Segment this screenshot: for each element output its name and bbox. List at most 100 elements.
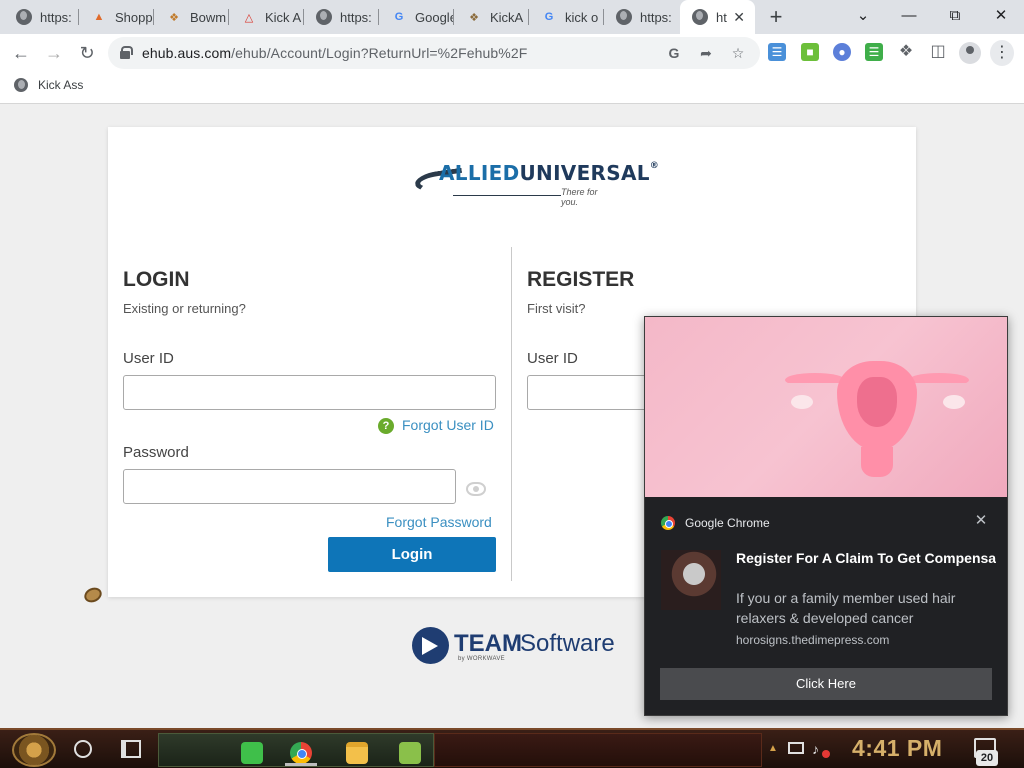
downloads-icon[interactable] xyxy=(399,742,421,764)
tab-close-icon[interactable]: ✕ xyxy=(733,9,745,26)
tab-9[interactable]: https: xyxy=(604,0,679,34)
file-explorer-icon[interactable] xyxy=(346,742,368,764)
forward-button[interactable]: → xyxy=(41,41,67,65)
address-url[interactable]: ehub.aus.com/ehub/Account/Login?ReturnUr… xyxy=(142,45,527,61)
show-password-eye-icon[interactable] xyxy=(466,482,486,496)
earth-extension-icon[interactable]: ● xyxy=(833,43,851,61)
google-icon: G xyxy=(394,11,404,23)
globe-icon xyxy=(316,9,332,25)
network-icon[interactable] xyxy=(788,742,804,754)
tab-title: https: xyxy=(640,9,672,25)
login-subtitle: Existing or returning? xyxy=(123,301,246,316)
tab-search-chevron-icon[interactable]: ⌄ xyxy=(840,0,886,34)
extension-icon: ❖ xyxy=(469,11,479,24)
tab-3[interactable]: ❖ Bowm xyxy=(154,0,229,34)
tab-6[interactable]: G Google xyxy=(379,0,454,34)
team-software-logo: TEAM Software by WORKWAVE xyxy=(412,626,632,670)
profile-avatar[interactable] xyxy=(959,42,981,64)
globe-icon xyxy=(16,9,32,25)
forgot-user-id-link[interactable]: ? Forgot User ID xyxy=(378,417,494,434)
extensions-puzzle-icon[interactable]: ❖ xyxy=(897,43,915,61)
notification-click-here-button[interactable]: Click Here xyxy=(660,668,992,700)
bookmark-kick-ass[interactable]: Kick Ass xyxy=(14,78,83,92)
team-logo-software: Software xyxy=(520,630,615,657)
notification-domain: horosigns.thedimepress.com xyxy=(736,633,890,647)
team-logo-byline: by WORKWAVE xyxy=(458,656,505,662)
side-panel-icon[interactable]: ◫ xyxy=(929,43,947,61)
tab-title: https: xyxy=(40,9,72,25)
share-icon[interactable]: ➦ xyxy=(697,44,715,62)
browser-toolbar: ← → ↻ ehub.aus.com/ehub/Account/Login?Re… xyxy=(0,34,1024,72)
tab-title: Kick A xyxy=(265,9,302,25)
task-view-icon[interactable] xyxy=(121,740,141,758)
tab-7[interactable]: ❖ KickA xyxy=(454,0,529,34)
register-user-id-label: User ID xyxy=(527,350,578,367)
uterus-illustration xyxy=(785,355,975,485)
globe-icon xyxy=(14,78,28,92)
tab-title: kick o xyxy=(565,9,599,25)
notification-hero-image xyxy=(645,317,1007,497)
tab-strip: https: ▲ Shopp ❖ Bowm △ Kick A https: G … xyxy=(0,0,1024,34)
tab-title: KickA xyxy=(490,9,524,25)
notification-count-badge: 20 xyxy=(976,750,998,766)
bookmarks-bar: Kick Ass xyxy=(0,72,1024,104)
shopping-icon: ▲ xyxy=(93,11,105,23)
restore-button[interactable]: ⧉ xyxy=(932,0,978,34)
chrome-taskbar-icon[interactable] xyxy=(290,742,312,764)
register-subtitle: First visit? xyxy=(527,301,586,316)
register-title: REGISTER xyxy=(527,268,635,291)
sticky-notes-icon[interactable] xyxy=(241,742,263,764)
login-button[interactable]: Login xyxy=(328,537,496,572)
tab-title: Google xyxy=(415,9,454,25)
google-icon: G xyxy=(544,11,554,23)
logo-wordmark: ALLIEDUNIVERSAL® xyxy=(439,161,660,185)
forgot-password-link[interactable]: Forgot Password xyxy=(386,514,492,530)
lock-icon[interactable] xyxy=(120,46,133,59)
chrome-notification[interactable]: Google Chrome ✕ Register For A Claim To … xyxy=(644,316,1008,716)
tab-8[interactable]: G kick o xyxy=(529,0,604,34)
notes-extension-icon[interactable]: ☰ xyxy=(768,43,786,61)
chrome-icon xyxy=(661,516,675,530)
back-button[interactable]: ← xyxy=(8,41,34,65)
google-translate-icon[interactable]: G xyxy=(665,44,683,62)
user-id-label: User ID xyxy=(123,350,174,367)
column-divider xyxy=(511,247,512,581)
login-title: LOGIN xyxy=(123,268,190,291)
notification-title: Register For A Claim To Get Compensated … xyxy=(736,550,996,566)
notification-source: Google Chrome xyxy=(661,516,770,530)
chrome-menu-icon[interactable]: ⋮ xyxy=(990,40,1014,66)
reload-button[interactable]: ↻ xyxy=(74,41,100,65)
password-label: Password xyxy=(123,444,189,461)
tab-5[interactable]: https: xyxy=(304,0,379,34)
taskbar-empty-area xyxy=(434,733,762,767)
warning-triangle-icon: △ xyxy=(244,11,254,24)
volume-icon[interactable]: ♪ xyxy=(812,741,819,757)
team-logo-mark-icon xyxy=(412,627,449,664)
mouse-cursor-icon xyxy=(78,582,105,608)
bookmark-star-icon[interactable]: ☆ xyxy=(729,44,747,62)
notification-body: If you or a family member used hair rela… xyxy=(736,590,956,626)
new-tab-button[interactable]: + xyxy=(764,5,788,29)
start-button[interactable] xyxy=(12,733,56,767)
tab-active[interactable]: ht ✕ xyxy=(680,0,755,34)
address-bar[interactable]: ehub.aus.com/ehub/Account/Login?ReturnUr… xyxy=(108,37,760,69)
taskbar-pinned-apps xyxy=(158,733,434,767)
mute-indicator-icon xyxy=(822,750,830,758)
close-window-button[interactable]: ✕ xyxy=(978,0,1024,34)
search-circle-icon[interactable] xyxy=(74,740,92,758)
tray-overflow-icon[interactable]: ▲ xyxy=(768,743,778,754)
team-logo-team: TEAM xyxy=(454,630,522,657)
password-input[interactable] xyxy=(123,469,456,504)
notification-close-icon[interactable]: ✕ xyxy=(973,513,989,529)
tab-title: ht xyxy=(716,9,727,25)
tab-2[interactable]: ▲ Shopp xyxy=(79,0,154,34)
logo-tagline: There for you. xyxy=(561,187,598,207)
taskbar-clock[interactable]: 4:41 PM xyxy=(852,735,942,762)
shopping-bag-extension-icon[interactable]: ■ xyxy=(801,43,819,61)
tab-4[interactable]: △ Kick A xyxy=(229,0,304,34)
tab-1[interactable]: https: xyxy=(4,0,79,34)
taskbar: ▲ ♪ 4:41 PM 20 xyxy=(0,728,1024,768)
user-id-input[interactable] xyxy=(123,375,496,410)
sheet-extension-icon[interactable]: ☰ xyxy=(865,43,883,61)
minimize-button[interactable]: — xyxy=(886,0,932,34)
